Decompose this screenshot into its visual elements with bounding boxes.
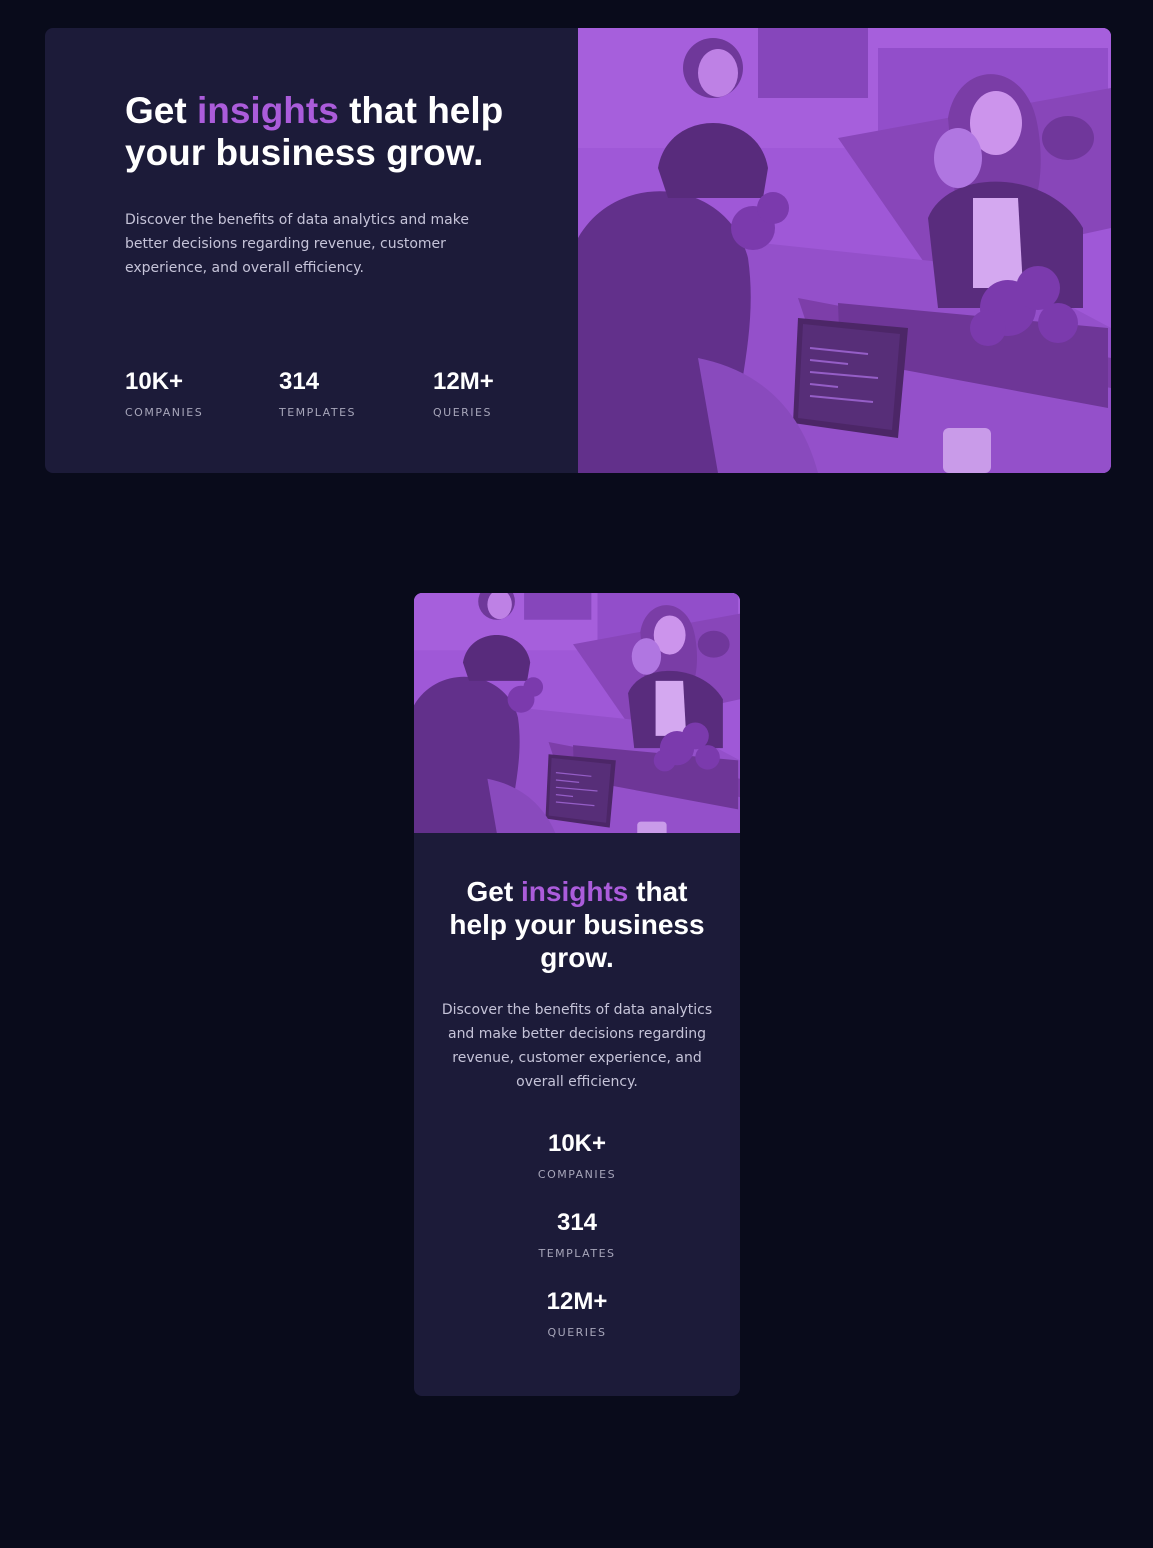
- stat-label: COMPANIES: [537, 1168, 617, 1181]
- stats-card-mobile: Get insights that help your business gro…: [414, 593, 740, 1396]
- stat-value: 314: [556, 1209, 598, 1236]
- stat-label: COMPANIES: [125, 406, 204, 419]
- stats-column: 10K+ COMPANIES 314 TEMPLATES 12M+ QUERIE…: [436, 1130, 718, 1339]
- card-headline: Get insights that help your business gro…: [125, 90, 525, 174]
- stat-companies: 10K+ COMPANIES: [436, 1130, 718, 1181]
- stat-templates: 314 TEMPLATES: [279, 368, 433, 419]
- headline-prefix: Get: [125, 90, 197, 131]
- headline-accent: insights: [196, 90, 339, 131]
- stat-label: TEMPLATES: [538, 1247, 616, 1260]
- stat-queries: 12M+ QUERIES: [436, 1288, 718, 1339]
- stat-templates: 314 TEMPLATES: [436, 1209, 718, 1260]
- stats-row: 10K+ COMPANIES 314 TEMPLATES 12M+ QUERIE…: [125, 368, 587, 419]
- stat-label: QUERIES: [547, 1326, 607, 1339]
- card-content: Get insights that help your business gro…: [45, 28, 578, 473]
- card-description: Discover the benefits of data analytics …: [125, 212, 469, 276]
- headline-prefix: Get: [466, 876, 521, 907]
- stat-value: 12M+: [433, 368, 494, 395]
- card-content: Get insights that help your business gro…: [414, 833, 740, 1339]
- office-coworkers-image: [414, 593, 740, 833]
- stat-queries: 12M+ QUERIES: [433, 368, 587, 419]
- card-description: Discover the benefits of data analytics …: [441, 1002, 713, 1090]
- stat-label: QUERIES: [433, 406, 492, 419]
- stats-card-desktop: Get insights that help your business gro…: [45, 28, 1111, 473]
- stat-value: 10K+: [547, 1130, 607, 1157]
- hero-photo: [414, 593, 740, 833]
- office-coworkers-image: [578, 28, 1111, 473]
- stat-value: 12M+: [546, 1288, 608, 1315]
- stat-value: 10K+: [125, 368, 184, 395]
- headline-accent: insights: [521, 876, 629, 907]
- card-headline: Get insights that help your business gro…: [436, 875, 718, 974]
- hero-photo: [578, 28, 1111, 473]
- stat-label: TEMPLATES: [279, 406, 356, 419]
- stat-value: 314: [279, 368, 320, 395]
- stat-companies: 10K+ COMPANIES: [125, 368, 279, 419]
